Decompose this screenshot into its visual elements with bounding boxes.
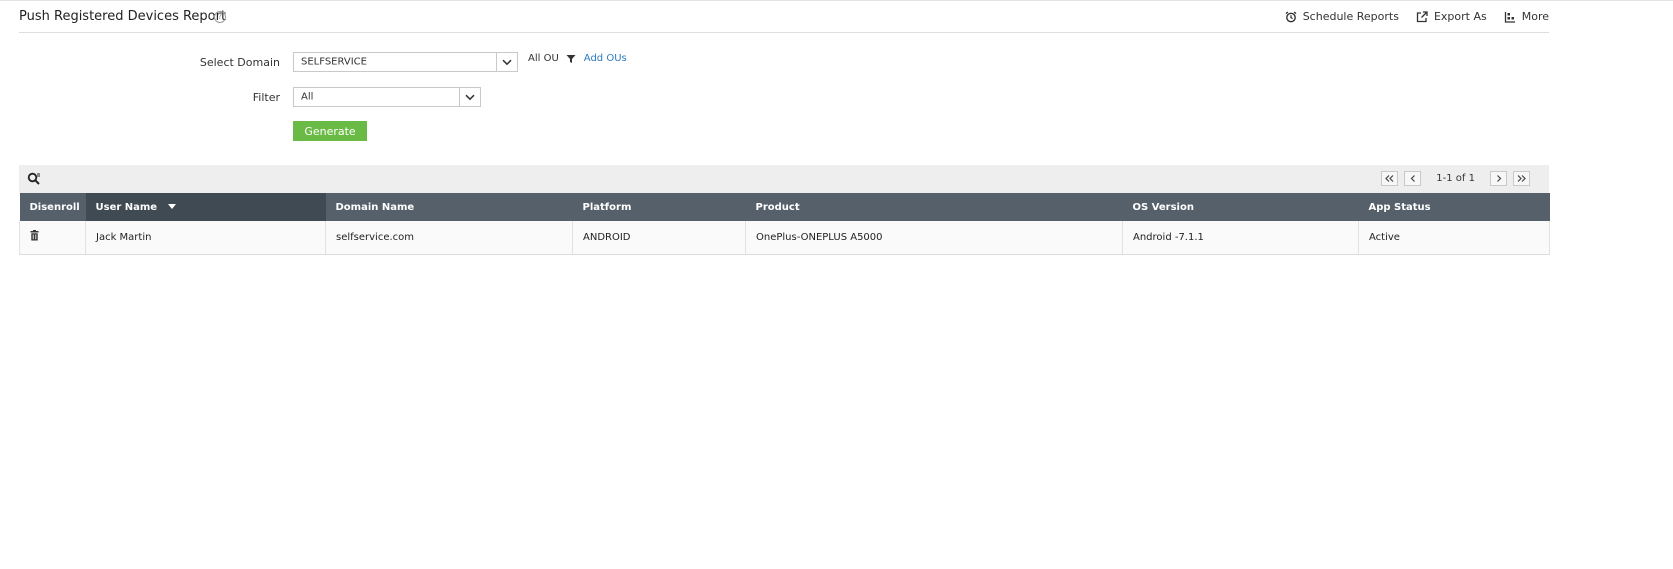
ou-selector: All OU Add OUs bbox=[528, 53, 627, 64]
filter-select[interactable]: All bbox=[293, 87, 481, 107]
search-icon[interactable] bbox=[27, 172, 41, 186]
add-ous-link[interactable]: Add OUs bbox=[584, 53, 627, 64]
page-info: 1-1 of 1 bbox=[1436, 173, 1475, 184]
column-header-user-name[interactable]: User Name bbox=[85, 193, 326, 221]
table-row: Jack Martin selfservice.com ANDROID OneP… bbox=[19, 221, 1550, 255]
more-button[interactable]: More bbox=[1504, 10, 1549, 23]
help-icon[interactable]: ? bbox=[214, 11, 226, 23]
export-as-label: Export As bbox=[1433, 10, 1487, 23]
column-header-platform[interactable]: Platform bbox=[572, 193, 746, 221]
page-header: Push Registered Devices Report ? Schedul… bbox=[19, 1, 1549, 33]
column-header-os-version[interactable]: OS Version bbox=[1122, 193, 1359, 221]
alarm-clock-icon bbox=[1285, 10, 1297, 22]
column-header-domain-name[interactable]: Domain Name bbox=[325, 193, 573, 221]
pagination: 1-1 of 1 bbox=[1378, 171, 1533, 186]
select-domain-label: Select Domain bbox=[199, 56, 280, 69]
more-icon bbox=[1504, 11, 1515, 23]
column-header-label: User Name bbox=[95, 201, 158, 213]
prev-page-button[interactable] bbox=[1404, 171, 1422, 186]
trash-icon[interactable] bbox=[30, 230, 39, 241]
filter-label: Filter bbox=[252, 91, 280, 104]
sort-descending-icon bbox=[167, 204, 176, 209]
chevron-down-icon bbox=[465, 94, 475, 100]
domain-select[interactable]: SELFSERVICE bbox=[293, 52, 518, 72]
table-toolbar: 1-1 of 1 bbox=[19, 165, 1549, 193]
last-page-button[interactable] bbox=[1513, 171, 1530, 186]
user-name-cell: Jack Martin bbox=[85, 221, 326, 255]
column-header-app-status[interactable]: App Status bbox=[1358, 193, 1550, 221]
product-cell: OnePlus-ONEPLUS A5000 bbox=[745, 221, 1123, 255]
column-header-product[interactable]: Product bbox=[745, 193, 1123, 221]
app-status-cell: Active bbox=[1358, 221, 1550, 255]
double-chevron-right-icon bbox=[1517, 175, 1526, 182]
filter-select-arrow[interactable] bbox=[459, 88, 480, 106]
disenroll-cell bbox=[19, 221, 86, 255]
filter-icon[interactable] bbox=[566, 54, 576, 64]
schedule-reports-button[interactable]: Schedule Reports bbox=[1285, 10, 1399, 23]
double-chevron-left-icon bbox=[1385, 175, 1394, 182]
generate-button[interactable]: Generate bbox=[293, 121, 367, 141]
os-version-cell: Android -7.1.1 bbox=[1122, 221, 1359, 255]
export-icon bbox=[1416, 10, 1428, 22]
domain-name-cell: selfservice.com bbox=[325, 221, 573, 255]
page-title: Push Registered Devices Report bbox=[19, 9, 227, 24]
domain-select-value: SELFSERVICE bbox=[301, 56, 367, 68]
chevron-right-icon bbox=[1496, 175, 1501, 182]
next-page-button[interactable] bbox=[1490, 171, 1507, 186]
table-header-row: Disenroll User Name Domain Name Platform… bbox=[19, 193, 1550, 221]
ou-text: All OU bbox=[528, 53, 559, 64]
filter-select-value: All bbox=[301, 91, 314, 103]
schedule-reports-label: Schedule Reports bbox=[1302, 10, 1399, 23]
report-table: Disenroll User Name Domain Name Platform… bbox=[19, 193, 1550, 255]
chevron-left-icon bbox=[1410, 175, 1415, 182]
column-header-disenroll[interactable]: Disenroll bbox=[19, 193, 86, 221]
chevron-down-icon bbox=[502, 59, 512, 65]
export-as-button[interactable]: Export As bbox=[1416, 10, 1487, 23]
header-actions: Schedule Reports Export As More bbox=[1268, 10, 1549, 23]
first-page-button[interactable] bbox=[1381, 171, 1399, 186]
domain-select-arrow[interactable] bbox=[496, 53, 517, 71]
more-label: More bbox=[1521, 10, 1549, 23]
platform-cell: ANDROID bbox=[572, 221, 746, 255]
